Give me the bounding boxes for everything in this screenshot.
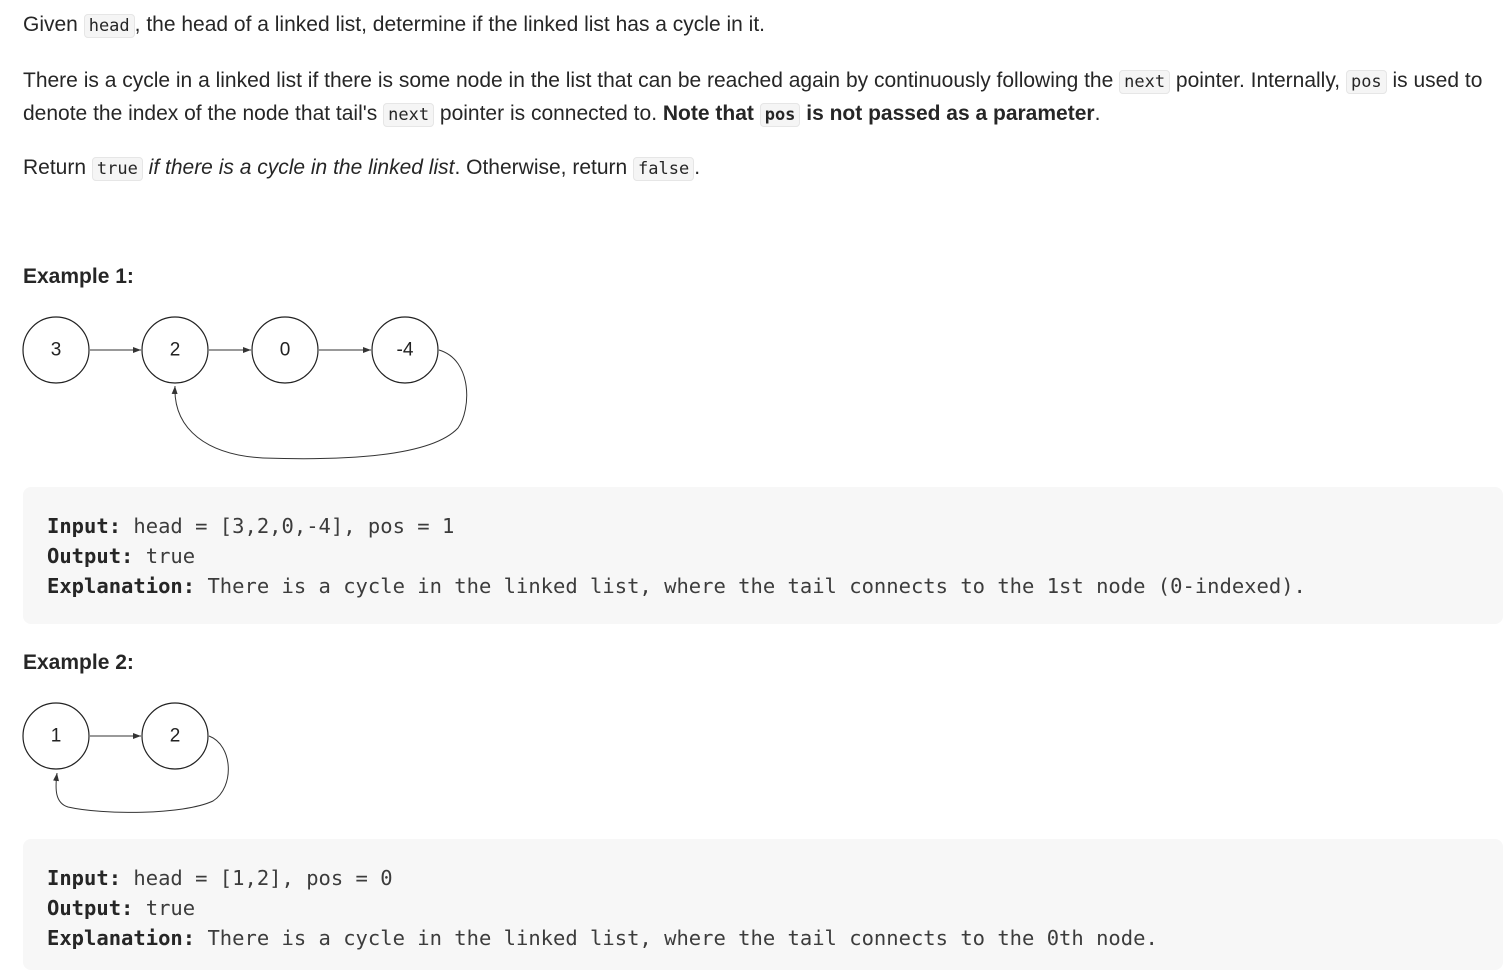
italic-text: if there is a cycle in the linked list bbox=[142, 156, 455, 179]
inline-code-false: false bbox=[633, 157, 695, 181]
output-value: true bbox=[133, 896, 196, 920]
node-value: -4 bbox=[397, 340, 414, 361]
list-node: -4 bbox=[371, 316, 439, 384]
explanation-label: Explanation: bbox=[47, 574, 196, 598]
list-node: 3 bbox=[22, 316, 90, 384]
node-value: 3 bbox=[51, 340, 62, 361]
output-label: Output: bbox=[47, 544, 134, 568]
example-2-linked-list-diagram: 1 2 bbox=[22, 702, 229, 813]
explanation-line: Explanation: There is a cycle in the lin… bbox=[47, 571, 1479, 601]
inline-code-pos: pos bbox=[1345, 70, 1387, 94]
text-span: pointer is connected to. bbox=[434, 102, 663, 125]
input-value: head = [1,2], pos = 0 bbox=[121, 866, 393, 890]
text-span: Given bbox=[23, 13, 84, 36]
description-paragraph-3: Return true if there is a cycle in the l… bbox=[23, 152, 700, 185]
inline-code-head: head bbox=[83, 14, 135, 38]
description-paragraph-1: Given head, the head of a linked list, d… bbox=[23, 9, 765, 42]
explanation-value: There is a cycle in the linked list, whe… bbox=[195, 926, 1158, 950]
node-value: 2 bbox=[170, 726, 181, 747]
inline-code-true: true bbox=[91, 157, 143, 181]
text-span: Return bbox=[23, 156, 92, 179]
input-label: Input: bbox=[47, 866, 122, 890]
input-line: Input: head = [1,2], pos = 0 bbox=[47, 863, 1479, 893]
explanation-value: There is a cycle in the linked list, whe… bbox=[195, 574, 1306, 598]
inline-code-pos: pos bbox=[759, 103, 801, 127]
bold-text: Note that pos is not passed as a paramet… bbox=[662, 102, 1095, 127]
output-label: Output: bbox=[47, 896, 134, 920]
explanation-label: Explanation: bbox=[47, 926, 196, 950]
text-span: . Otherwise, return bbox=[454, 156, 634, 179]
node-value: 2 bbox=[170, 340, 181, 361]
bold-span: is not passed as a parameter bbox=[800, 102, 1095, 125]
output-value: true bbox=[133, 544, 196, 568]
output-line: Output: true bbox=[47, 541, 1479, 571]
example-2-code-block: Input: head = [1,2], pos = 0 Output: tru… bbox=[23, 839, 1503, 970]
inline-code-next: next bbox=[383, 103, 435, 127]
text-span: pointer. Internally, bbox=[1170, 69, 1346, 92]
explanation-line: Explanation: There is a cycle in the lin… bbox=[47, 923, 1479, 953]
text-span: There is a cycle in a linked list if the… bbox=[23, 69, 1120, 92]
inline-code-next: next bbox=[1119, 70, 1171, 94]
list-node: 2 bbox=[141, 316, 209, 384]
example-1-linked-list-diagram: 3 2 0 -4 bbox=[22, 316, 468, 460]
example-1-title: Example 1: bbox=[23, 265, 134, 288]
list-node: 1 bbox=[22, 702, 90, 770]
description-paragraph-2: There is a cycle in a linked list if the… bbox=[23, 65, 1498, 131]
list-node: 0 bbox=[251, 316, 319, 384]
node-value: 1 bbox=[51, 726, 62, 747]
bold-span: Note that bbox=[662, 102, 760, 125]
text-span: . bbox=[1094, 102, 1101, 125]
example-1-code-block: Input: head = [3,2,0,-4], pos = 1 Output… bbox=[23, 487, 1503, 624]
input-line: Input: head = [3,2,0,-4], pos = 1 bbox=[47, 511, 1479, 541]
node-value: 0 bbox=[280, 340, 291, 361]
input-value: head = [3,2,0,-4], pos = 1 bbox=[121, 514, 455, 538]
example-2-title: Example 2: bbox=[23, 651, 134, 674]
text-span: , the head of a linked list, determine i… bbox=[134, 13, 765, 36]
input-label: Input: bbox=[47, 514, 122, 538]
text-span: . bbox=[694, 156, 701, 179]
list-node: 2 bbox=[141, 702, 209, 770]
output-line: Output: true bbox=[47, 893, 1479, 923]
